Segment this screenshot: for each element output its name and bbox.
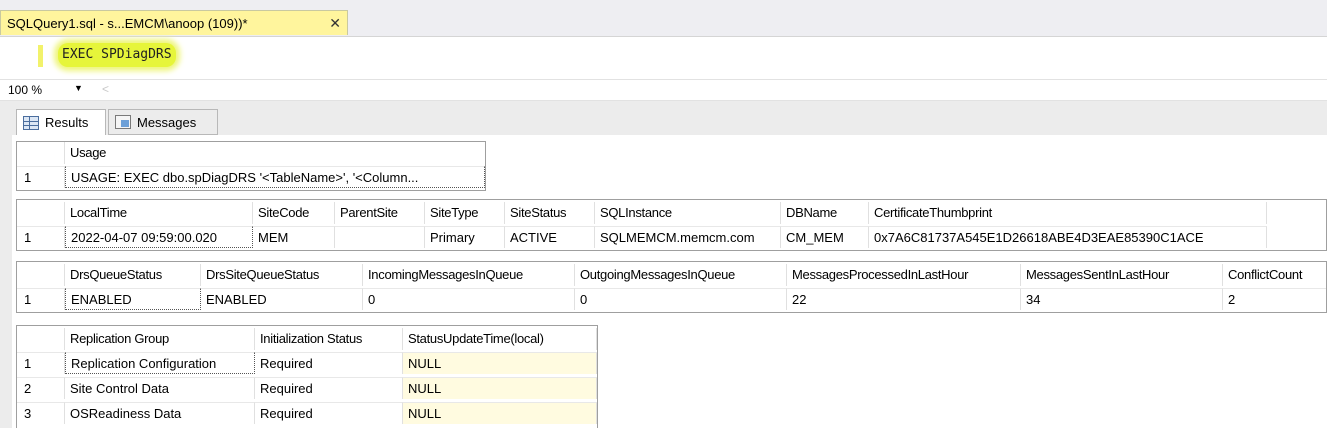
results-pane: Usage 1 USAGE: EXEC dbo.spDiagDRS '<Tabl… [0,135,1327,428]
table-row[interactable]: 3 OSReadiness Data Required NULL [17,402,597,424]
table-cell[interactable]: Required [255,402,403,424]
table-cell[interactable]: Required [255,377,403,399]
result-grid-site[interactable]: LocalTime SiteCode ParentSite SiteType S… [16,199,1327,251]
table-cell[interactable]: 2022-04-07 09:59:00.020 [65,226,253,248]
table-cell[interactable]: Replication Configuration [65,352,255,374]
table-cell[interactable]: Primary [425,226,505,248]
zoom-level[interactable]: 100 % [8,83,42,97]
table-cell[interactable]: ACTIVE [505,226,595,248]
table-row[interactable]: 1 USAGE: EXEC dbo.spDiagDRS '<TableName>… [17,166,485,188]
table-cell[interactable]: ENABLED [65,288,201,310]
header-row: LocalTime SiteCode ParentSite SiteType S… [17,202,1326,224]
close-icon[interactable]: ✕ [329,15,341,32]
column-header[interactable]: DrsQueueStatus [65,264,201,286]
table-cell[interactable]: NULL [403,377,597,399]
row-number[interactable]: 3 [17,402,65,424]
table-row[interactable]: 1 2022-04-07 09:59:00.020 MEM Primary AC… [17,226,1326,248]
tab-messages-label: Messages [137,114,197,130]
column-header[interactable]: CertificateThumbprint [869,202,1267,224]
change-margin-marker [38,45,43,67]
row-number[interactable]: 1 [17,226,65,248]
scroll-left-icon[interactable]: < [102,82,109,96]
result-grid-replication[interactable]: Replication Group Initialization Status … [16,325,598,428]
column-header[interactable]: SiteType [425,202,505,224]
column-header[interactable]: SiteCode [253,202,335,224]
tab-sqlquery1[interactable]: SQLQuery1.sql - s...EMCM\anoop (109))* ✕ [0,10,348,35]
result-grid-usage[interactable]: Usage 1 USAGE: EXEC dbo.spDiagDRS '<Tabl… [16,141,486,191]
table-cell[interactable]: Required [255,352,403,374]
results-tab-strip: Results Messages [0,101,1327,135]
table-cell[interactable]: 34 [1021,288,1223,310]
table-row[interactable]: 2 Site Control Data Required NULL [17,377,597,399]
query-text[interactable]: EXEC SPDiagDRS [58,43,176,67]
chevron-down-icon[interactable]: ▼ [74,83,83,93]
table-cell[interactable]: 0x7A6C81737A545E1D26618ABE4D3EAE85390C1A… [869,226,1267,248]
column-header[interactable]: ParentSite [335,202,425,224]
table-cell[interactable]: 22 [787,288,1021,310]
row-number[interactable]: 1 [17,166,65,188]
messages-icon [115,115,131,129]
column-header[interactable]: ConflictCount [1223,264,1326,286]
row-number[interactable]: 1 [17,352,65,374]
row-number-header [17,202,65,224]
row-number[interactable]: 2 [17,377,65,399]
column-header[interactable]: Usage [65,142,485,164]
table-row[interactable]: 1 ENABLED ENABLED 0 0 22 34 2 [17,288,1326,310]
table-cell[interactable]: OSReadiness Data [65,402,255,424]
column-header[interactable]: Initialization Status [255,328,403,350]
table-row[interactable]: 1 Replication Configuration Required NUL… [17,352,597,374]
tab-results-label: Results [45,115,89,130]
table-cell[interactable]: CM_MEM [781,226,869,248]
column-header[interactable]: OutgoingMessagesInQueue [575,264,787,286]
column-header[interactable]: LocalTime [65,202,253,224]
column-header[interactable]: StatusUpdateTime(local) [403,328,597,350]
row-number-header [17,328,65,350]
query-editor[interactable]: EXEC SPDiagDRS [0,36,1327,79]
tab-messages[interactable]: Messages [108,109,218,135]
column-header[interactable]: MessagesProcessedInLastHour [787,264,1021,286]
table-cell[interactable]: 0 [575,288,787,310]
header-row: Replication Group Initialization Status … [17,328,597,350]
tab-results[interactable]: Results [16,109,106,135]
table-cell[interactable]: 0 [363,288,575,310]
header-row: Usage [17,142,485,164]
column-header[interactable]: DrsSiteQueueStatus [201,264,363,286]
header-row: DrsQueueStatus DrsSiteQueueStatus Incomi… [17,264,1326,286]
table-cell[interactable] [335,226,425,248]
row-number-header [17,142,65,164]
table-cell[interactable]: SQLMEMCM.memcm.com [595,226,781,248]
grid-icon [23,115,39,130]
tab-title: SQLQuery1.sql - s...EMCM\anoop (109))* [7,15,248,31]
column-header[interactable]: SQLInstance [595,202,781,224]
zoom-bar: 100 % ▼ < [0,79,1327,101]
column-header[interactable]: Replication Group [65,328,255,350]
column-header[interactable]: MessagesSentInLastHour [1021,264,1223,286]
result-grid-queue[interactable]: DrsQueueStatus DrsSiteQueueStatus Incomi… [16,261,1327,313]
table-cell[interactable]: ENABLED [201,288,363,310]
table-cell[interactable]: NULL [403,402,597,424]
column-header[interactable]: IncomingMessagesInQueue [363,264,575,286]
document-tab-strip: SQLQuery1.sql - s...EMCM\anoop (109))* ✕ [0,0,1327,36]
row-number[interactable]: 1 [17,288,65,310]
table-cell[interactable]: 2 [1223,288,1326,310]
table-cell[interactable]: NULL [403,352,597,374]
column-header[interactable]: SiteStatus [505,202,595,224]
table-cell[interactable]: MEM [253,226,335,248]
row-number-header [17,264,65,286]
table-cell[interactable]: Site Control Data [65,377,255,399]
table-cell[interactable]: USAGE: EXEC dbo.spDiagDRS '<TableName>',… [65,166,485,188]
column-header[interactable]: DBName [781,202,869,224]
